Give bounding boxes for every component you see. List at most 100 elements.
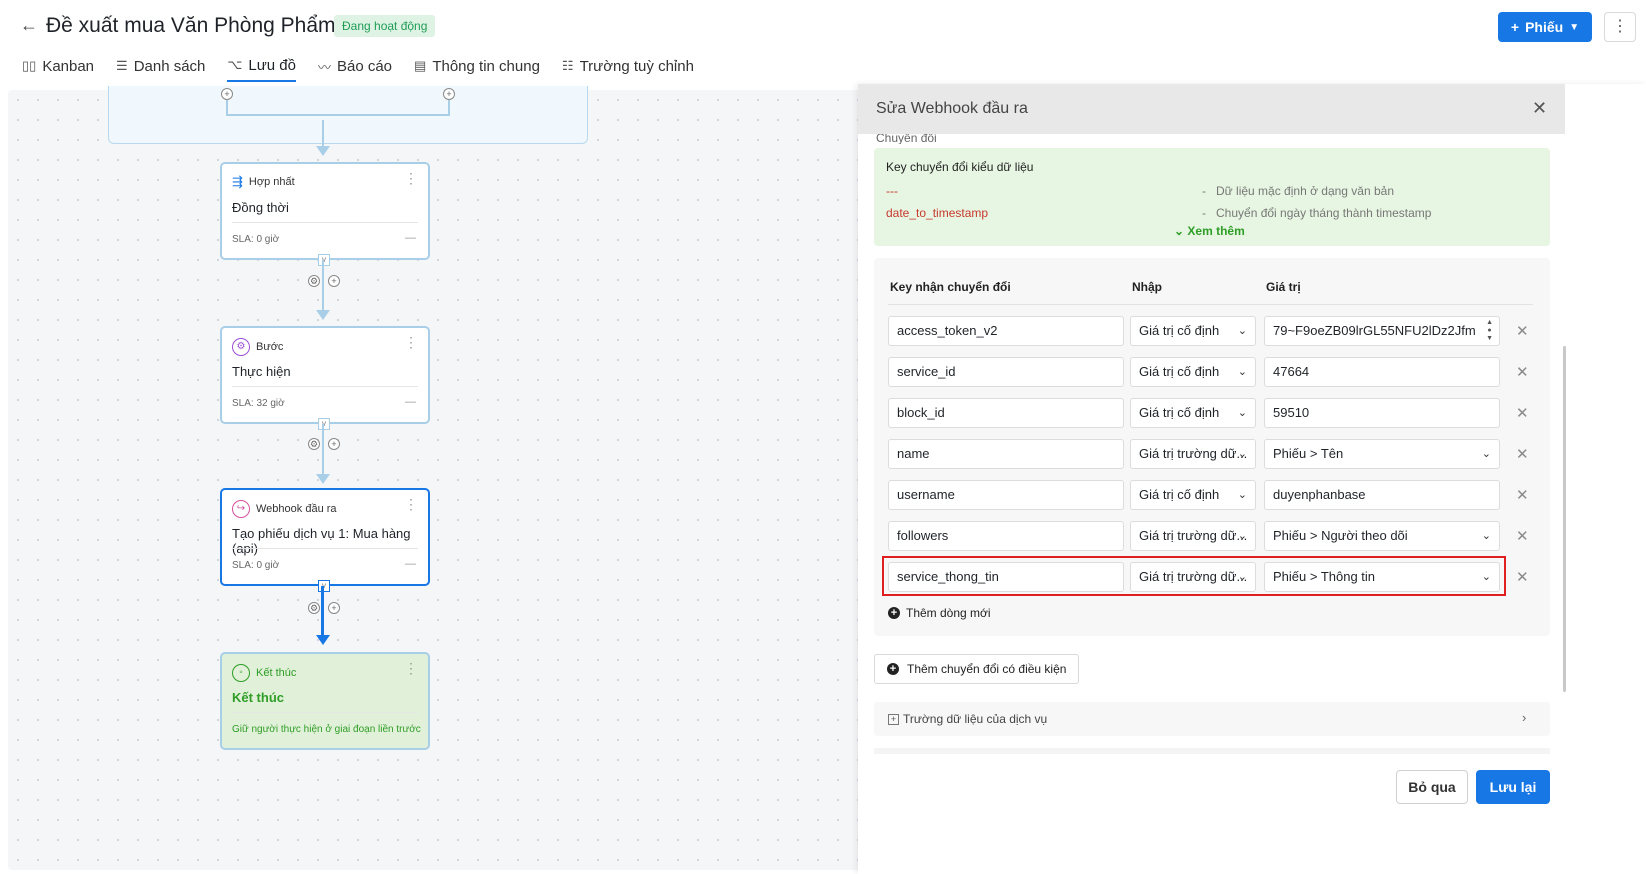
plus-circle-icon: + xyxy=(887,663,899,675)
mapping-table: Key nhận chuyển đổi Nhập Giá trị access_… xyxy=(874,258,1550,636)
node-title: Thực hiện xyxy=(232,364,291,379)
key-input[interactable]: name xyxy=(888,439,1124,469)
tab-label: Báo cáo xyxy=(336,57,393,75)
scrollbar[interactable] xyxy=(1563,346,1566,692)
back-arrow-icon[interactable]: ← xyxy=(18,14,40,36)
add-node-icon[interactable]: + xyxy=(443,88,455,100)
value-select[interactable]: Phiếu > Tên ⌄ xyxy=(1264,439,1500,469)
service-fields-section[interactable]: + Trường dữ liệu của dịch vụ › xyxy=(874,702,1550,736)
info-dash: - xyxy=(1202,184,1206,198)
tab-list[interactable]: ☰ Danh sách xyxy=(116,54,205,82)
key-input[interactable]: service_id xyxy=(888,357,1124,387)
node-type: ↪ Webhook đầu ra xyxy=(232,500,337,518)
table-row: service_id Giá trị cố định ⌄ 47664 ✕ xyxy=(888,357,1538,387)
column-header-input: Nhập xyxy=(1132,280,1162,294)
value-select[interactable]: Phiếu > Người theo dõi ⌄ xyxy=(1264,521,1500,551)
flowchart-canvas[interactable]: + + ⇶ Hợp nhất ⋮ Đồng thời SLA: 0 giờ — … xyxy=(8,86,908,870)
add-node-icon[interactable]: + xyxy=(328,602,340,614)
flow-node-step[interactable]: ⚙ Bước ⋮ Thực hiện SLA: 32 giờ — v xyxy=(220,326,430,430)
add-node-icon[interactable]: + xyxy=(221,88,233,100)
remove-row-icon[interactable]: ✕ xyxy=(1516,322,1529,340)
divider xyxy=(874,748,1550,754)
node-menu-icon[interactable]: ⋮ xyxy=(404,496,418,513)
remove-row-icon[interactable]: ✕ xyxy=(1516,527,1529,545)
tab-label: Danh sách xyxy=(133,57,206,75)
flow-node-webhook[interactable]: ↪ Webhook đầu ra ⋮ Tạo phiếu dịch vụ 1: … xyxy=(220,488,430,592)
tab-flowchart[interactable]: ⌥ Lưu đồ xyxy=(227,54,296,82)
arrow-down-icon xyxy=(316,474,330,484)
tab-kanban[interactable]: ▯▯ Kanban xyxy=(22,54,94,82)
input-type-select[interactable]: Giá trị trường dữ... ⌄ xyxy=(1130,439,1256,469)
column-header-key: Key nhận chuyển đổi xyxy=(890,280,1011,294)
chevron-down-icon: ⌄ xyxy=(1237,407,1247,419)
connector xyxy=(226,100,228,114)
section-header: + Trường dữ liệu của dịch vụ xyxy=(888,712,1047,726)
key-input[interactable]: access_token_v2 xyxy=(888,316,1124,346)
resize-handle-icon[interactable]: ▲ ● ▼ xyxy=(1486,319,1493,343)
highlight-box xyxy=(882,556,1506,596)
chevron-down-icon: ⌄ xyxy=(1237,325,1247,337)
value-input[interactable]: 59510 xyxy=(1264,398,1500,428)
info-desc: Chuyển đổi ngày tháng thành timestamp xyxy=(1216,206,1432,220)
key-input[interactable]: followers xyxy=(888,521,1124,551)
value-input[interactable]: duyenphanbase xyxy=(1264,480,1500,510)
arrow-down-icon xyxy=(316,146,330,156)
add-ticket-label: Phiếu xyxy=(1525,19,1564,35)
node-dash: — xyxy=(405,396,416,408)
custom-fields-icon: ☷ xyxy=(561,58,574,73)
gear-icon[interactable]: ⚙ xyxy=(308,438,320,450)
node-dash: — xyxy=(405,232,416,244)
info-key: --- xyxy=(886,184,898,198)
edit-webhook-panel: Sửa Webhook đầu ra ✕ Chuyển đổi Key chuy… xyxy=(858,84,1646,874)
input-type-select[interactable]: Giá trị cố định ⌄ xyxy=(1130,480,1256,510)
app-header: ← Đề xuất mua Văn Phòng Phẩm Đang hoạt đ… xyxy=(0,0,1646,90)
tab-custom-fields[interactable]: ☷ Trường tuỳ chỉnh xyxy=(562,54,694,82)
value-text: Phiếu > Tên xyxy=(1273,446,1344,461)
key-input[interactable]: username xyxy=(888,480,1124,510)
remove-row-icon[interactable]: ✕ xyxy=(1516,445,1529,463)
chevron-down-icon[interactable]: v xyxy=(318,580,330,592)
node-menu-icon[interactable]: ⋮ xyxy=(404,660,418,677)
gear-icon[interactable]: ⚙ xyxy=(308,602,320,614)
value-input[interactable]: 79~F9oeZB09lrGL55NFU2lDz2Jfm ▲ ● ▼ xyxy=(1264,316,1500,346)
key-input[interactable]: block_id xyxy=(888,398,1124,428)
remove-row-icon[interactable]: ✕ xyxy=(1516,486,1529,504)
table-row: followers Giá trị trường dữ... ⌄ Phiếu > … xyxy=(888,521,1538,551)
node-dash: — xyxy=(405,558,416,570)
remove-row-icon[interactable]: ✕ xyxy=(1516,568,1529,586)
add-conditional-button[interactable]: + Thêm chuyển đổi có điều kiện xyxy=(874,654,1080,684)
flow-node-end[interactable]: ◦ Kết thúc ⋮ Kết thúc Giữ người thực hiệ… xyxy=(220,652,430,750)
view-tabs: ▯▯ Kanban ☰ Danh sách ⌥ Lưu đồ 〰 Báo cáo… xyxy=(22,54,694,82)
info-dash: - xyxy=(1202,206,1206,220)
more-options-icon[interactable]: ⋮ xyxy=(1604,12,1636,42)
section-label: Chuyển đổi xyxy=(876,134,937,144)
tab-general-info[interactable]: ▤ Thông tin chung xyxy=(414,54,540,82)
gear-icon[interactable]: ⚙ xyxy=(308,275,320,287)
input-type-select[interactable]: Giá trị cố định ⌄ xyxy=(1130,398,1256,428)
flow-node-merge[interactable]: ⇶ Hợp nhất ⋮ Đồng thời SLA: 0 giờ — v xyxy=(220,162,430,266)
close-icon[interactable]: ✕ xyxy=(1532,98,1547,119)
see-more-link[interactable]: ⌄ Xem thêm xyxy=(1174,224,1245,238)
node-menu-icon[interactable]: ⋮ xyxy=(404,170,418,187)
value-text: 79~F9oeZB09lrGL55NFU2lDz2Jfm xyxy=(1273,323,1476,338)
chevron-down-icon[interactable]: v xyxy=(318,254,330,266)
value-input[interactable]: 47664 xyxy=(1264,357,1500,387)
remove-row-icon[interactable]: ✕ xyxy=(1516,404,1529,422)
input-type-select[interactable]: Giá trị cố định ⌄ xyxy=(1130,316,1256,346)
chevron-down-icon[interactable]: v xyxy=(318,418,330,430)
plus-circle-icon: + xyxy=(888,607,900,619)
add-node-icon[interactable]: + xyxy=(328,275,340,287)
input-type-value: Giá trị cố định xyxy=(1139,405,1220,420)
remove-row-icon[interactable]: ✕ xyxy=(1516,363,1529,381)
kanban-icon: ▯▯ xyxy=(22,58,37,73)
node-menu-icon[interactable]: ⋮ xyxy=(404,334,418,351)
add-ticket-button[interactable]: + Phiếu ▼ xyxy=(1498,12,1592,42)
parallel-group-box: + + xyxy=(108,86,588,144)
add-row-button[interactable]: + Thêm dòng mới xyxy=(888,606,991,620)
add-node-icon[interactable]: + xyxy=(328,438,340,450)
input-type-select[interactable]: Giá trị trường dữ... ⌄ xyxy=(1130,521,1256,551)
input-type-select[interactable]: Giá trị cố định ⌄ xyxy=(1130,357,1256,387)
cancel-button[interactable]: Bỏ qua xyxy=(1396,770,1468,804)
tab-report[interactable]: 〰 Báo cáo xyxy=(318,54,392,82)
save-button[interactable]: Lưu lại xyxy=(1476,770,1550,804)
